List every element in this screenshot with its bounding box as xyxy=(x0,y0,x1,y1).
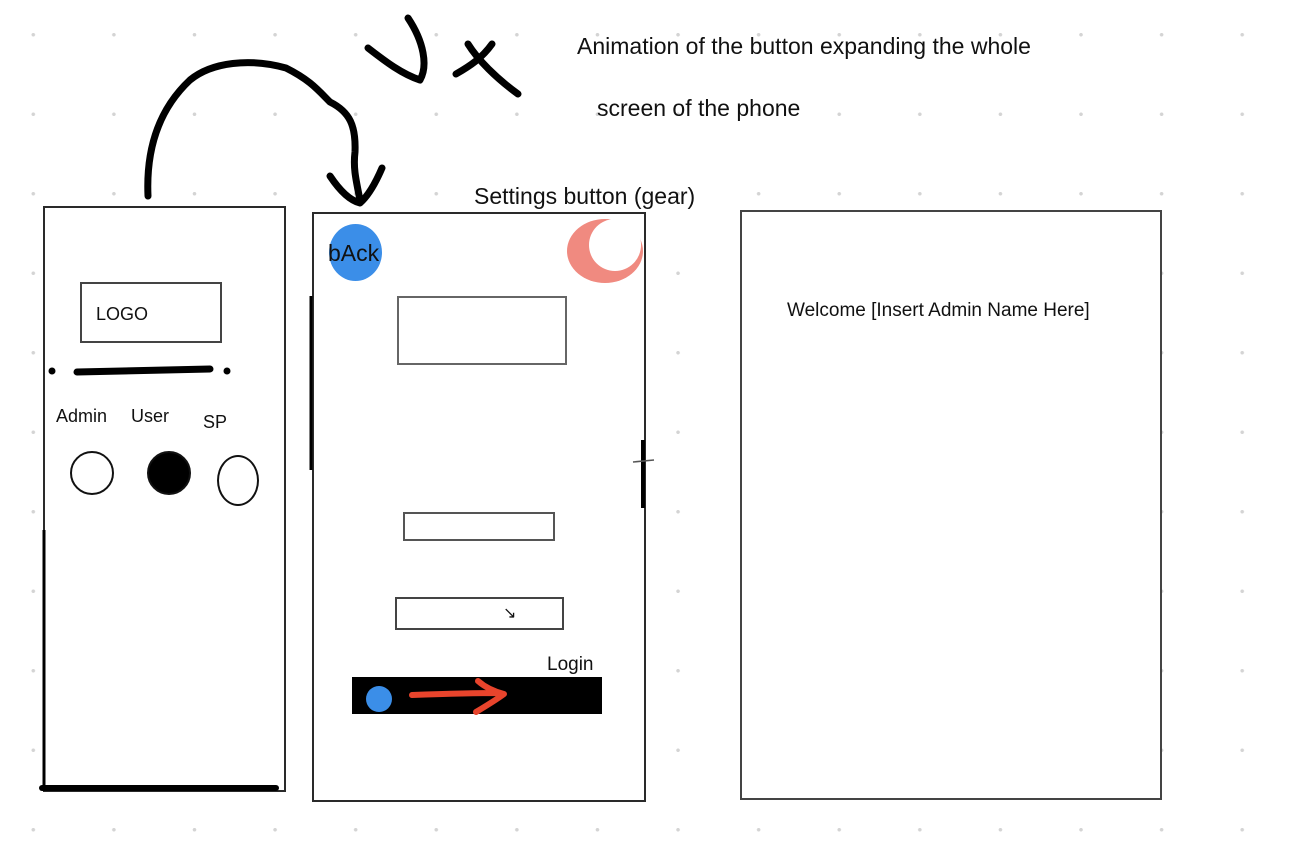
flow-arrowhead xyxy=(326,164,386,207)
animation-note-line2: screen of the phone xyxy=(597,95,801,121)
role-radio-admin[interactable] xyxy=(70,451,114,495)
screen-login: bAck ↘ Login xyxy=(312,212,646,802)
username-input[interactable] xyxy=(403,512,555,541)
logo-label: LOGO xyxy=(96,304,149,324)
gear-icon[interactable] xyxy=(567,219,643,283)
slider-handle[interactable] xyxy=(366,686,392,712)
login-slider[interactable] xyxy=(352,677,602,714)
login-logo-box xyxy=(397,296,567,365)
cursor-mark: ↘ xyxy=(503,605,517,622)
role-label-sp: SP xyxy=(203,412,228,432)
role-label-user: User xyxy=(131,406,170,426)
password-input[interactable]: ↘ xyxy=(395,597,564,630)
scribble-3x xyxy=(364,14,522,98)
screen-role-select: LOGO Admin User SP xyxy=(43,206,286,792)
logo-box: LOGO xyxy=(80,282,222,343)
welcome-text: Welcome [Insert Admin Name Here] xyxy=(787,300,1090,321)
settings-note: Settings button (gear) xyxy=(474,183,696,209)
back-button-label: bAck xyxy=(328,240,380,266)
role-radio-sp[interactable] xyxy=(217,455,259,506)
role-radio-user[interactable] xyxy=(147,451,191,495)
animation-note-line1: Animation of the button expanding the wh… xyxy=(577,33,1031,59)
screen-admin-welcome: Welcome [Insert Admin Name Here] xyxy=(740,210,1162,800)
role-label-admin: Admin xyxy=(56,406,108,426)
flow-arrow xyxy=(144,59,364,204)
login-label: Login xyxy=(547,654,594,675)
